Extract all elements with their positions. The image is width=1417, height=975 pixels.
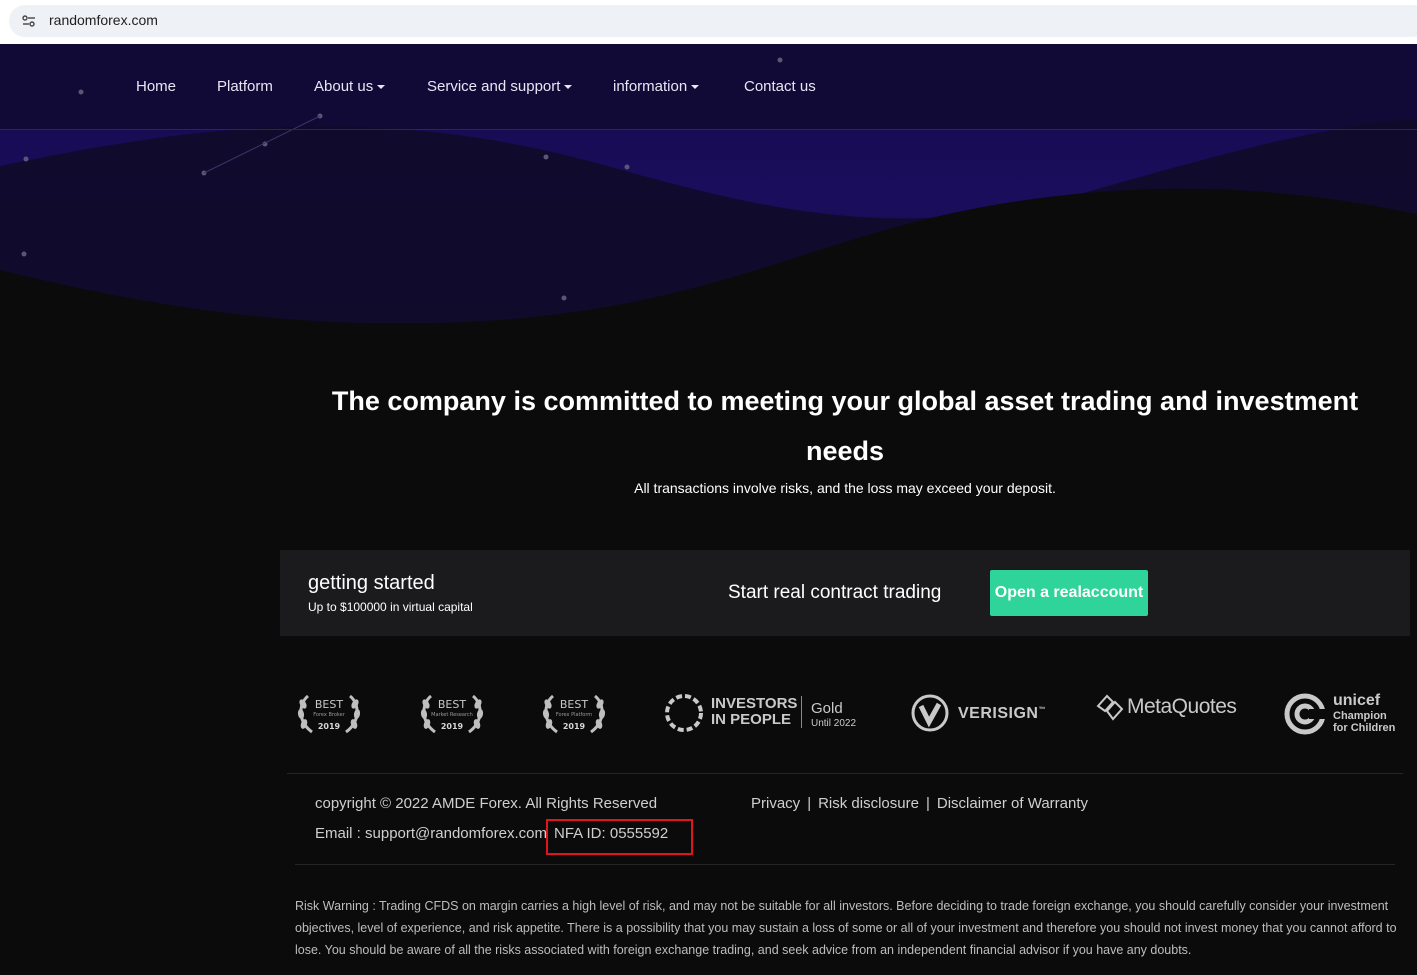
- footer-divider: [295, 864, 1395, 865]
- nav-service-support[interactable]: Service and support: [427, 78, 573, 95]
- tune-icon[interactable]: [21, 13, 37, 29]
- unicef-logo: unicef Champion for Children: [1283, 692, 1410, 738]
- nfa-highlight-box: [546, 819, 693, 855]
- risk-warning: Risk Warning : Trading CFDS on margin ca…: [295, 899, 1397, 957]
- metaquotes-mark-icon: [1096, 694, 1124, 721]
- nav-divider: [0, 129, 1417, 130]
- caret-down-icon: [564, 85, 573, 90]
- award-badge-market-research: BEST Market Research 2019: [417, 690, 493, 740]
- open-real-account-button[interactable]: Open a realaccount: [990, 570, 1148, 616]
- hero-subline: All transactions involve risks, and the …: [634, 480, 1056, 496]
- getting-started-band: getting started Up to $100000 in virtual…: [280, 550, 1410, 636]
- unicef-champion-icon: [1284, 693, 1327, 735]
- url-text[interactable]: randomforex.com: [49, 12, 158, 28]
- investors-ring-icon: [665, 694, 703, 732]
- risk-disclosure-link[interactable]: Risk disclosure: [818, 795, 919, 812]
- nav-about-us[interactable]: About us: [314, 78, 386, 95]
- investors-in-people-logo: INVESTORS IN PEOPLE Gold Until 2022: [663, 692, 863, 738]
- award-badge-forex-broker: BEST Forex Broker 2019: [294, 690, 370, 740]
- award-badge-forex-platform: BEST Forex Platform 2019: [539, 690, 615, 740]
- band-subtitle: Up to $100000 in virtual capital: [308, 600, 473, 614]
- main-nav: Home Platform About us Service and suppo…: [0, 44, 1417, 130]
- disclaimer-link[interactable]: Disclaimer of Warranty: [937, 795, 1088, 812]
- band-title: getting started: [308, 572, 435, 594]
- caret-down-icon: [377, 85, 386, 90]
- metaquotes-logo: MetaQuotes: [1095, 692, 1245, 732]
- verisign-check-icon: [911, 694, 949, 732]
- band-cta-text: Start real contract trading: [728, 582, 942, 603]
- nav-home[interactable]: Home: [136, 78, 176, 95]
- caret-down-icon: [691, 85, 700, 90]
- nav-platform[interactable]: Platform: [217, 78, 273, 95]
- address-bar[interactable]: randomforex.com: [9, 5, 1417, 37]
- verisign-logo: VERISIGN™: [910, 692, 1050, 736]
- copyright-text: copyright © 2022 AMDE Forex. All Rights …: [315, 795, 658, 812]
- nav-contact-us[interactable]: Contact us: [744, 78, 816, 95]
- footer-links: Privacy | Risk disclosure | Disclaimer of Wa…: [751, 795, 1089, 812]
- nav-information[interactable]: information: [613, 78, 700, 95]
- privacy-link[interactable]: Privacy: [751, 795, 800, 812]
- partner-logos: BEST Forex Broker 2019 BEST Market Resea…: [280, 680, 1410, 750]
- hero-headline: The company is committed to meeting your…: [331, 386, 1359, 466]
- footer-divider: [287, 773, 1403, 774]
- support-email[interactable]: Email : support@randomforex.com: [315, 825, 547, 842]
- browser-toolbar: randomforex.com: [0, 0, 1417, 44]
